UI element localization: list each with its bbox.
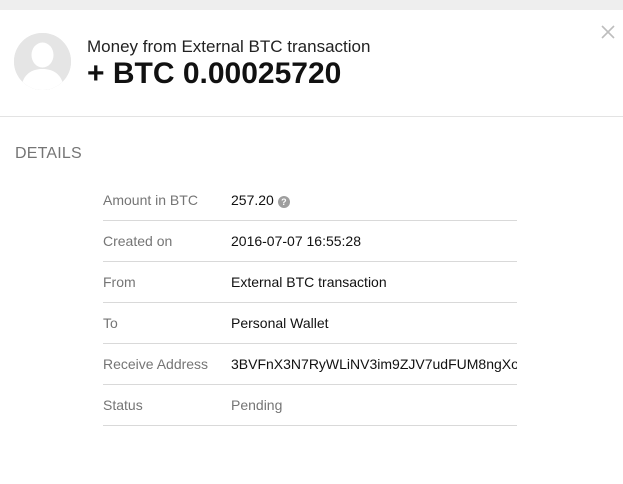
detail-row-status: Status Pending	[103, 385, 517, 426]
transaction-amount: + BTC 0.00025720	[87, 57, 342, 90]
detail-label: Status	[103, 397, 143, 413]
details-section-title: DETAILS	[15, 145, 82, 162]
detail-row-from: From External BTC transaction	[103, 262, 517, 303]
detail-row-receive-address: Receive Address 3BVFnX3N7RyWLiNV3im9ZJV7…	[103, 344, 517, 385]
detail-label: Receive Address	[103, 356, 209, 372]
detail-value: 3BVFnX3N7RyWLiNV3im9ZJV7udFUM8ngXo	[231, 356, 517, 372]
status-badge: Pending	[231, 397, 283, 413]
avatar	[14, 33, 71, 90]
info-icon[interactable]: ?	[277, 196, 290, 208]
detail-label: From	[103, 274, 136, 290]
detail-value: 257.20?	[231, 192, 290, 208]
detail-value: 2016-07-07 16:55:28	[231, 233, 361, 249]
detail-label: Amount in BTC	[103, 192, 198, 208]
detail-row-amount: Amount in BTC 257.20?	[103, 180, 517, 221]
detail-row-to: To Personal Wallet	[103, 303, 517, 344]
details-list: Amount in BTC 257.20? Created on 2016-07…	[103, 180, 517, 426]
transaction-detail-dialog: Money from External BTC transaction + BT…	[0, 10, 623, 484]
detail-value: Personal Wallet	[231, 315, 329, 331]
top-strip	[0, 0, 623, 10]
detail-label: Created on	[103, 233, 173, 249]
transaction-header: Money from External BTC transaction + BT…	[0, 10, 623, 117]
transaction-subtitle: Money from External BTC transaction	[87, 37, 371, 56]
detail-value: External BTC transaction	[231, 274, 387, 290]
detail-row-created-on: Created on 2016-07-07 16:55:28	[103, 221, 517, 262]
amount-value: 257.20	[231, 192, 274, 208]
detail-label: To	[103, 315, 118, 331]
user-avatar-icon	[14, 33, 71, 90]
